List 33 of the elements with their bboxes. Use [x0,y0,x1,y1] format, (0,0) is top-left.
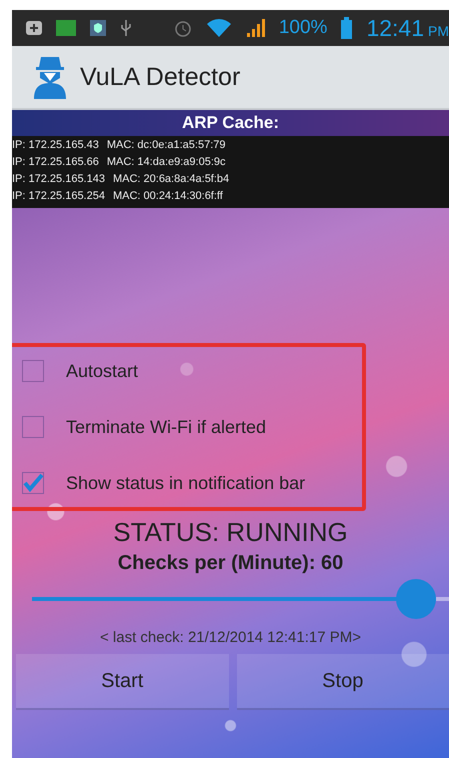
battery-percent: 100% [278,17,328,39]
battery-icon [341,17,352,39]
square-icon [56,20,76,36]
mac-address: MAC: 20:6a:8a:4a:5f:b4 [112,172,230,187]
checkbox-label: Show status in notification bar [66,472,306,494]
checkbox[interactable] [22,472,44,494]
checkbox[interactable] [22,416,44,438]
checks-rate-label: Checks per (Minute): 60 [116,552,344,575]
signal-icon [244,19,265,37]
ip-address: IP: 172.25.165.66 [12,155,99,170]
clock-meridiem: PM [428,22,449,38]
mac-address: MAC: 14:da:e9:a9:05:9c [106,155,226,170]
app-title: VuLA Detector [80,62,240,92]
clock-time: 12:41 [366,14,424,42]
checkbox[interactable] [22,360,44,382]
status-text: STATUS: RUNNING [112,517,349,548]
start-button[interactable]: Start [16,654,228,710]
checkbox-label: Autostart [66,360,138,382]
mac-address: MAC: 00:24:14:30:6f:ff [112,189,223,204]
notification-plus-icon [26,21,42,35]
ip-address: IP: 172.25.165.43 [12,138,99,153]
arp-cache-heading: ARP Cache: [12,110,449,136]
slider-thumb[interactable] [396,579,436,619]
wifi-icon [206,19,231,37]
checkbox-label: Terminate Wi-Fi if alerted [66,416,266,438]
spy-icon [32,55,68,99]
usb-icon [120,19,132,37]
ip-address: IP: 172.25.165.143 [12,172,105,187]
shield-icon [90,20,106,36]
ip-address: IP: 172.25.165.254 [12,189,105,204]
mac-address: MAC: dc:0e:a1:a5:57:79 [106,138,226,153]
stop-button[interactable]: Stop [236,654,449,710]
last-check-text: < last check: 21/12/2014 12:41:17 PM> [98,629,362,646]
